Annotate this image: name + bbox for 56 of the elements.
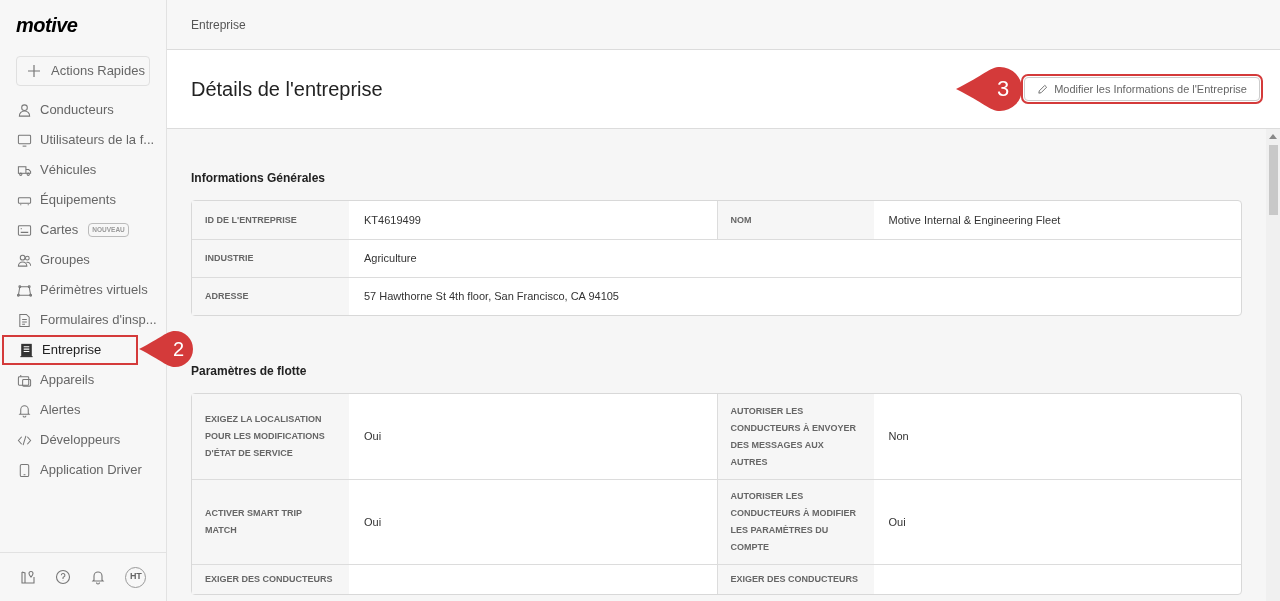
field-label: AUTORISER LES CONDUCTEURS À ENVOYER DES MESSAGES AUX AUTRES xyxy=(716,394,874,479)
scroll-up-arrow-icon[interactable] xyxy=(1269,133,1277,139)
plus-icon xyxy=(27,64,41,78)
field-value: Oui xyxy=(364,429,382,445)
field-label: EXIGER DES CONDUCTEURS xyxy=(192,565,349,594)
nav-item[interactable]: Application Driver xyxy=(0,455,166,485)
card-icon xyxy=(17,222,32,238)
field-value: 57 Hawthorne St 4th floor, San Francisco, CA 94105 xyxy=(364,289,619,305)
field-label: ID DE L'ENTREPRISE xyxy=(192,201,349,239)
edit-company-button[interactable]: Modifier les Informations de l'Entreprise xyxy=(1024,77,1260,101)
help-icon[interactable] xyxy=(54,569,71,585)
nav-item[interactable]: Entreprise xyxy=(2,335,138,365)
field-value: Motive Internal & Engineering Fleet xyxy=(888,212,1061,228)
devices-icon xyxy=(17,372,32,388)
field-value: Oui xyxy=(364,514,382,530)
nav-item[interactable]: Périmètres virtuels xyxy=(0,275,166,305)
quick-actions-button[interactable]: Actions Rapides xyxy=(16,56,150,86)
nav-item[interactable]: Appareils xyxy=(0,365,166,395)
nav-item[interactable]: Développeurs xyxy=(0,425,166,455)
nav-item[interactable]: Groupes xyxy=(0,245,166,275)
people-icon xyxy=(17,252,32,268)
document-icon xyxy=(17,312,32,328)
page-title: Détails de l'entreprise xyxy=(191,77,383,102)
breadcrumb: Entreprise xyxy=(191,16,246,34)
field-value: Agriculture xyxy=(364,251,417,267)
pencil-icon xyxy=(1037,83,1049,95)
monitor-icon xyxy=(17,132,32,148)
field-value: KT4619499 xyxy=(364,212,421,228)
person-icon xyxy=(17,102,32,118)
nav-item[interactable]: Véhicules xyxy=(0,155,166,185)
field-label: ACTIVER SMART TRIP MATCH xyxy=(192,480,349,564)
scrollbar[interactable] xyxy=(1266,129,1280,601)
building-icon xyxy=(19,342,34,358)
section-title: Paramètres de flotte xyxy=(191,363,308,380)
scrollbar-thumb[interactable] xyxy=(1268,145,1278,215)
field-label: ADRESSE xyxy=(192,278,349,315)
field-label: EXIGER DES CONDUCTEURS xyxy=(716,565,874,594)
nav-item[interactable]: Conducteurs xyxy=(0,95,166,125)
field-label: NOM xyxy=(716,201,874,239)
phone-icon xyxy=(17,462,32,478)
nav-item[interactable]: Alertes xyxy=(0,395,166,425)
section-title: Informations Générales xyxy=(191,170,327,187)
field-value: Oui xyxy=(888,514,906,530)
field-label: AUTORISER LES CONDUCTEURS À MODIFIER LES PARAMÈTRES DU COMPTE xyxy=(716,480,874,564)
field-value: Non xyxy=(888,429,909,445)
logo[interactable]: motive xyxy=(16,15,78,35)
bell-icon xyxy=(17,402,32,418)
nav-item[interactable]: Équipements xyxy=(0,185,166,215)
bell-icon[interactable] xyxy=(90,569,107,585)
nav-item[interactable]: Utilisateurs de la f... xyxy=(0,125,166,155)
step-callout: 2 xyxy=(138,331,194,367)
field-label: INDUSTRIE xyxy=(192,240,349,277)
field-label: EXIGEZ LA LOCALISATION POUR LES MODIFICATIONS D'ÉTAT DE SERVICE xyxy=(192,394,349,479)
map-pin-icon[interactable] xyxy=(19,569,36,585)
step-callout: 3 xyxy=(956,67,1023,111)
geofence-icon xyxy=(17,282,32,298)
